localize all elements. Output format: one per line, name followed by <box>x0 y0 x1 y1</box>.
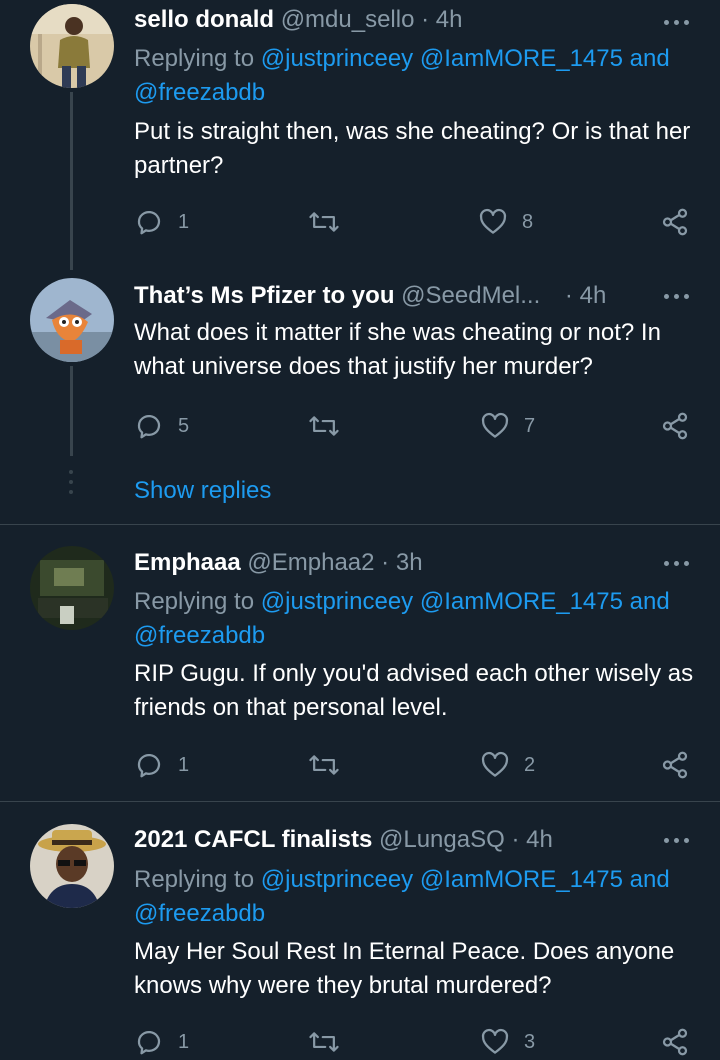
separator-dot: · <box>511 826 520 853</box>
heart-icon <box>480 411 510 441</box>
tweet-actions: 1 8 <box>134 204 694 240</box>
tweet-text: May Her Soul Rest In Eternal Peace. Does… <box>134 938 675 999</box>
tweet-text: Put is straight then, was she cheating? … <box>134 118 691 179</box>
heart-icon <box>478 207 508 237</box>
replying-to-label: Replying to <box>134 588 255 615</box>
like-count: 7 <box>524 414 536 437</box>
share-icon <box>660 207 690 237</box>
user-handle[interactable]: @SeedMel... <box>401 282 540 309</box>
like-count: 3 <box>524 1030 536 1053</box>
avatar[interactable] <box>30 824 114 908</box>
user-handle[interactable]: @Emphaa2 <box>247 549 374 576</box>
replying-to-label: Replying to <box>134 45 255 72</box>
retweet-icon <box>308 1027 340 1057</box>
mention-links[interactable]: @justprinceey @IamMORE_1475 <box>261 45 623 72</box>
tweet-ms-pfizer[interactable]: That’s Ms Pfizer to you @SeedMel... · 4h… <box>0 270 720 524</box>
retweet-button[interactable] <box>308 204 340 240</box>
avatar[interactable] <box>30 278 114 362</box>
avatar[interactable] <box>30 4 114 88</box>
retweet-button[interactable] <box>308 747 340 783</box>
mention-links[interactable]: @justprinceey @IamMORE_1475 <box>261 866 623 893</box>
reply-count: 5 <box>178 414 190 437</box>
thread-dots <box>69 470 73 500</box>
tweet-actions: 1 3 <box>134 1024 694 1060</box>
reply-button[interactable]: 1 <box>134 1024 189 1060</box>
like-count: 8 <box>522 210 534 233</box>
reply-button[interactable]: 5 <box>134 408 189 444</box>
tweet-header: 2021 CAFCL finalists @LungaSQ · 4h <box>134 822 630 858</box>
replying-to: Replying to @justprinceey @IamMORE_1475 … <box>134 863 690 931</box>
share-icon <box>660 411 690 441</box>
reply-icon <box>134 1027 164 1057</box>
mention-link[interactable]: @freezabdb <box>134 900 265 927</box>
retweet-icon <box>308 411 340 441</box>
tweet-header: Emphaaa @Emphaa2 · 3h <box>134 545 630 581</box>
share-button[interactable] <box>660 747 690 783</box>
user-handle[interactable]: @LungaSQ <box>379 826 505 853</box>
share-button[interactable] <box>660 204 690 240</box>
separator-dot: · <box>421 6 430 33</box>
retweet-button[interactable] <box>308 408 340 444</box>
show-replies-link[interactable]: Show replies <box>134 474 271 508</box>
like-button[interactable]: 8 <box>478 204 533 240</box>
reply-count: 1 <box>178 210 190 233</box>
separator-dot: · <box>381 549 390 576</box>
share-icon <box>660 1027 690 1057</box>
more-icon[interactable] <box>664 549 690 575</box>
heart-icon <box>480 750 510 780</box>
tweet-cafcl-finalists[interactable]: 2021 CAFCL finalists @LungaSQ · 4h Reply… <box>0 802 720 1060</box>
more-icon[interactable] <box>664 8 690 34</box>
heart-icon <box>480 1027 510 1057</box>
reply-icon <box>134 207 164 237</box>
like-button[interactable]: 2 <box>480 747 535 783</box>
tweet-text: RIP Gugu. If only you'd advised each oth… <box>134 660 694 721</box>
more-icon[interactable] <box>664 282 690 308</box>
separator-dot: · <box>564 282 573 309</box>
timestamp[interactable]: 4h <box>580 282 607 309</box>
mention-link[interactable]: @freezabdb <box>134 622 265 649</box>
replying-to: Replying to @justprinceey @IamMORE_1475 … <box>134 585 690 653</box>
avatar[interactable] <box>30 546 114 630</box>
and-others-link[interactable]: and <box>630 588 670 615</box>
share-button[interactable] <box>660 1024 690 1060</box>
like-count: 2 <box>524 753 536 776</box>
user-handle[interactable]: @mdu_sello <box>281 6 415 33</box>
retweet-icon <box>308 750 340 780</box>
display-name[interactable]: That’s Ms Pfizer to you <box>134 282 394 309</box>
reply-icon <box>134 411 164 441</box>
like-button[interactable]: 3 <box>480 1024 535 1060</box>
timestamp[interactable]: 3h <box>396 549 423 576</box>
reply-button[interactable]: 1 <box>134 204 189 240</box>
reply-icon <box>134 750 164 780</box>
share-icon <box>660 750 690 780</box>
reply-button[interactable]: 1 <box>134 747 189 783</box>
replying-to-label: Replying to <box>134 866 255 893</box>
and-others-link[interactable]: and <box>630 866 670 893</box>
display-name[interactable]: sello donald <box>134 6 274 33</box>
thread-line <box>70 366 73 456</box>
share-button[interactable] <box>660 408 690 444</box>
mention-links[interactable]: @justprinceey @IamMORE_1475 <box>261 588 623 615</box>
timestamp[interactable]: 4h <box>526 826 553 853</box>
like-button[interactable]: 7 <box>480 408 535 444</box>
tweet-actions: 1 2 <box>134 747 694 783</box>
tweet-header: sello donald @mdu_sello · 4h <box>134 2 630 38</box>
mention-link[interactable]: @freezabdb <box>134 79 265 106</box>
reply-count: 1 <box>178 753 190 776</box>
tweet-actions: 5 7 <box>134 408 694 444</box>
retweet-icon <box>308 207 340 237</box>
thread-line <box>70 92 73 270</box>
more-icon[interactable] <box>664 826 690 852</box>
timestamp[interactable]: 4h <box>436 6 463 33</box>
display-name[interactable]: 2021 CAFCL finalists <box>134 826 372 853</box>
replying-to: Replying to @justprinceey @IamMORE_1475 … <box>134 42 690 110</box>
tweet-sello-donald[interactable]: sello donald @mdu_sello · 4h Replying to… <box>0 0 720 270</box>
retweet-button[interactable] <box>308 1024 340 1060</box>
tweet-emphaaa[interactable]: Emphaaa @Emphaa2 · 3h Replying to @justp… <box>0 525 720 801</box>
tweet-text: What does it matter if she was cheating … <box>134 319 661 380</box>
tweet-header: That’s Ms Pfizer to you @SeedMel... · 4h <box>134 278 630 314</box>
reply-count: 1 <box>178 1030 190 1053</box>
and-others-link[interactable]: and <box>630 45 670 72</box>
display-name[interactable]: Emphaaa <box>134 549 241 576</box>
